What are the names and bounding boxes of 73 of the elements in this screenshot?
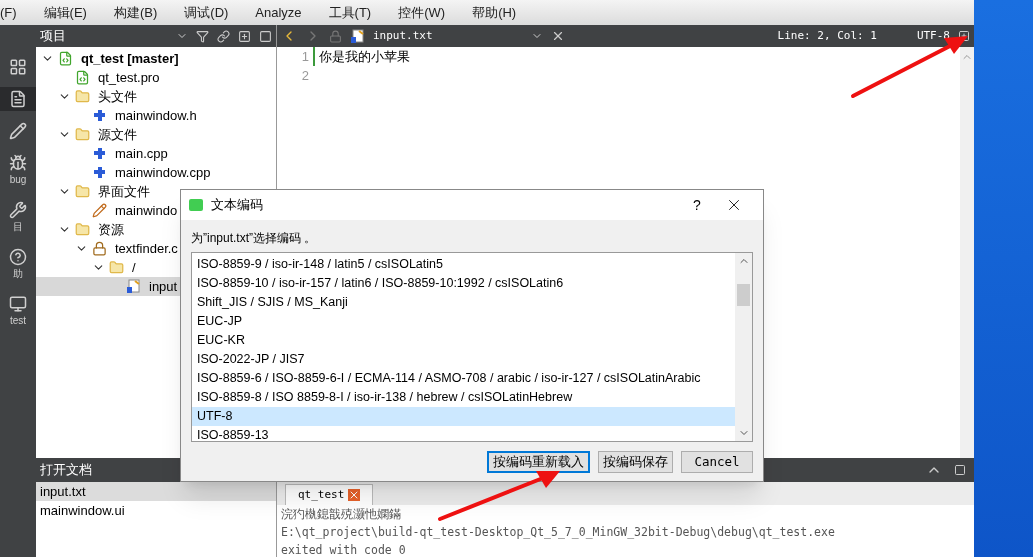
encoding-item[interactable]: ISO-2022-JP / JIS7 — [192, 350, 735, 369]
encoding-item[interactable]: Shift_JIS / SJIS / MS_Kanji — [192, 293, 735, 312]
cursor-position: Line: 2, Col: 1 — [777, 27, 877, 44]
tree-item[interactable]: main.cpp — [36, 144, 276, 163]
mode-button[interactable]: 助 — [0, 245, 36, 284]
menu-item[interactable]: 构建(B) — [113, 2, 158, 23]
menu-item[interactable]: 调试(D) — [184, 2, 229, 23]
mode-button[interactable]: 目 — [0, 198, 36, 237]
encoding-label[interactable]: UTF-8 — [916, 27, 950, 45]
help-button[interactable]: ? — [677, 194, 717, 216]
menu-item[interactable]: Analyze — [255, 2, 302, 23]
pencil-file-icon — [92, 203, 107, 218]
folder-icon — [75, 222, 90, 237]
mode-button[interactable]: bug — [0, 151, 36, 190]
tree-item[interactable]: 头文件 — [36, 87, 276, 106]
tree-item[interactable]: mainwindow.cpp — [36, 163, 276, 182]
panel-title: 打开文档 — [40, 461, 92, 480]
help-icon — [9, 248, 27, 266]
folder-icon — [75, 89, 90, 104]
code-line: 你是我的小苹果 — [319, 48, 411, 66]
output-tab[interactable]: qt_test — [285, 484, 374, 505]
panel-title: 项目 — [40, 27, 67, 46]
document-item[interactable]: mainwindow.ui — [36, 501, 276, 520]
document-item[interactable]: input.txt — [36, 482, 276, 501]
encoding-item[interactable]: ISO-8859-6 / ISO-8859-6-I / ECMA-114 / ASMO-708 / arabic / iso-ir-127 / csISOLatinArabic — [192, 369, 735, 388]
encoding-item[interactable]: EUC-KR — [192, 331, 735, 350]
filter-icon[interactable] — [196, 29, 209, 43]
split-icon[interactable] — [238, 29, 251, 43]
tree-item[interactable]: mainwindow.h — [36, 106, 276, 125]
line-number: 1 — [301, 48, 309, 66]
menu-item[interactable]: (F) — [0, 2, 17, 23]
encoding-item[interactable]: UTF-8 — [192, 407, 735, 426]
wrench-icon — [9, 201, 27, 219]
text-file-icon — [126, 279, 141, 294]
folder-icon — [109, 260, 124, 275]
menu-item[interactable]: 控件(W) — [398, 2, 446, 23]
dialog-title: 文本编码 — [211, 196, 264, 215]
file-name[interactable]: input.txt — [373, 27, 523, 45]
close-panel-icon[interactable] — [259, 29, 272, 43]
menu-item[interactable]: 工具(T) — [328, 2, 372, 23]
grid-icon — [9, 58, 27, 76]
encoding-item[interactable]: ISO-8859-8 / ISO 8859-8-I / iso-ir-138 / hebrew / csISOLatinHebrew — [192, 388, 735, 407]
folder-icon — [75, 184, 90, 199]
tree-item[interactable]: qt_test.pro — [36, 68, 276, 87]
mode-button[interactable] — [0, 87, 36, 111]
dialog-button[interactable]: 按编码保存 — [598, 451, 673, 473]
tree-item[interactable]: qt_test [master] — [36, 49, 276, 68]
encoding-item[interactable]: EUC-JP — [192, 312, 735, 331]
folder-icon — [75, 127, 90, 142]
mode-button[interactable]: test — [0, 292, 36, 331]
dialog-prompt: 为”input.txt”选择编码 。 — [191, 230, 318, 247]
monitor-icon — [9, 295, 27, 313]
line-number: 2 — [301, 67, 309, 85]
menu-item[interactable]: 编辑(E) — [43, 2, 87, 23]
bug-icon — [9, 154, 27, 172]
menu-item[interactable]: 帮助(H) — [472, 2, 517, 23]
output-line: E:\qt_project\build-qt_test-Desktop_Qt_5_7_0_MinGW_32bit-Debug\debug\qt_test.exe — [281, 524, 836, 541]
split-icon[interactable] — [958, 30, 970, 42]
pencil-icon — [9, 122, 27, 140]
scrollbar-thumb[interactable] — [737, 284, 750, 306]
close-panel-icon[interactable] — [954, 464, 966, 476]
output-line: exited with code 0 — [281, 542, 407, 557]
close-icon[interactable] — [551, 29, 565, 43]
encoding-item[interactable]: ISO-8859-9 / iso-ir-148 / latin5 / csISOLatin5 — [192, 255, 735, 274]
tree-item[interactable]: 源文件 — [36, 125, 276, 144]
link-icon[interactable] — [217, 29, 230, 43]
encoding-item[interactable]: ISO-8859-13 — [192, 426, 735, 441]
text-file-icon — [350, 28, 365, 44]
dialog-button[interactable]: Cancel — [681, 451, 753, 473]
output-line: 浣犳槸鎴戠殑灏忚嫻鏋 — [281, 506, 402, 523]
lock-file-icon — [92, 241, 107, 256]
dialog-button[interactable]: 按编码重新载入 — [487, 451, 590, 473]
document-icon — [9, 90, 27, 108]
